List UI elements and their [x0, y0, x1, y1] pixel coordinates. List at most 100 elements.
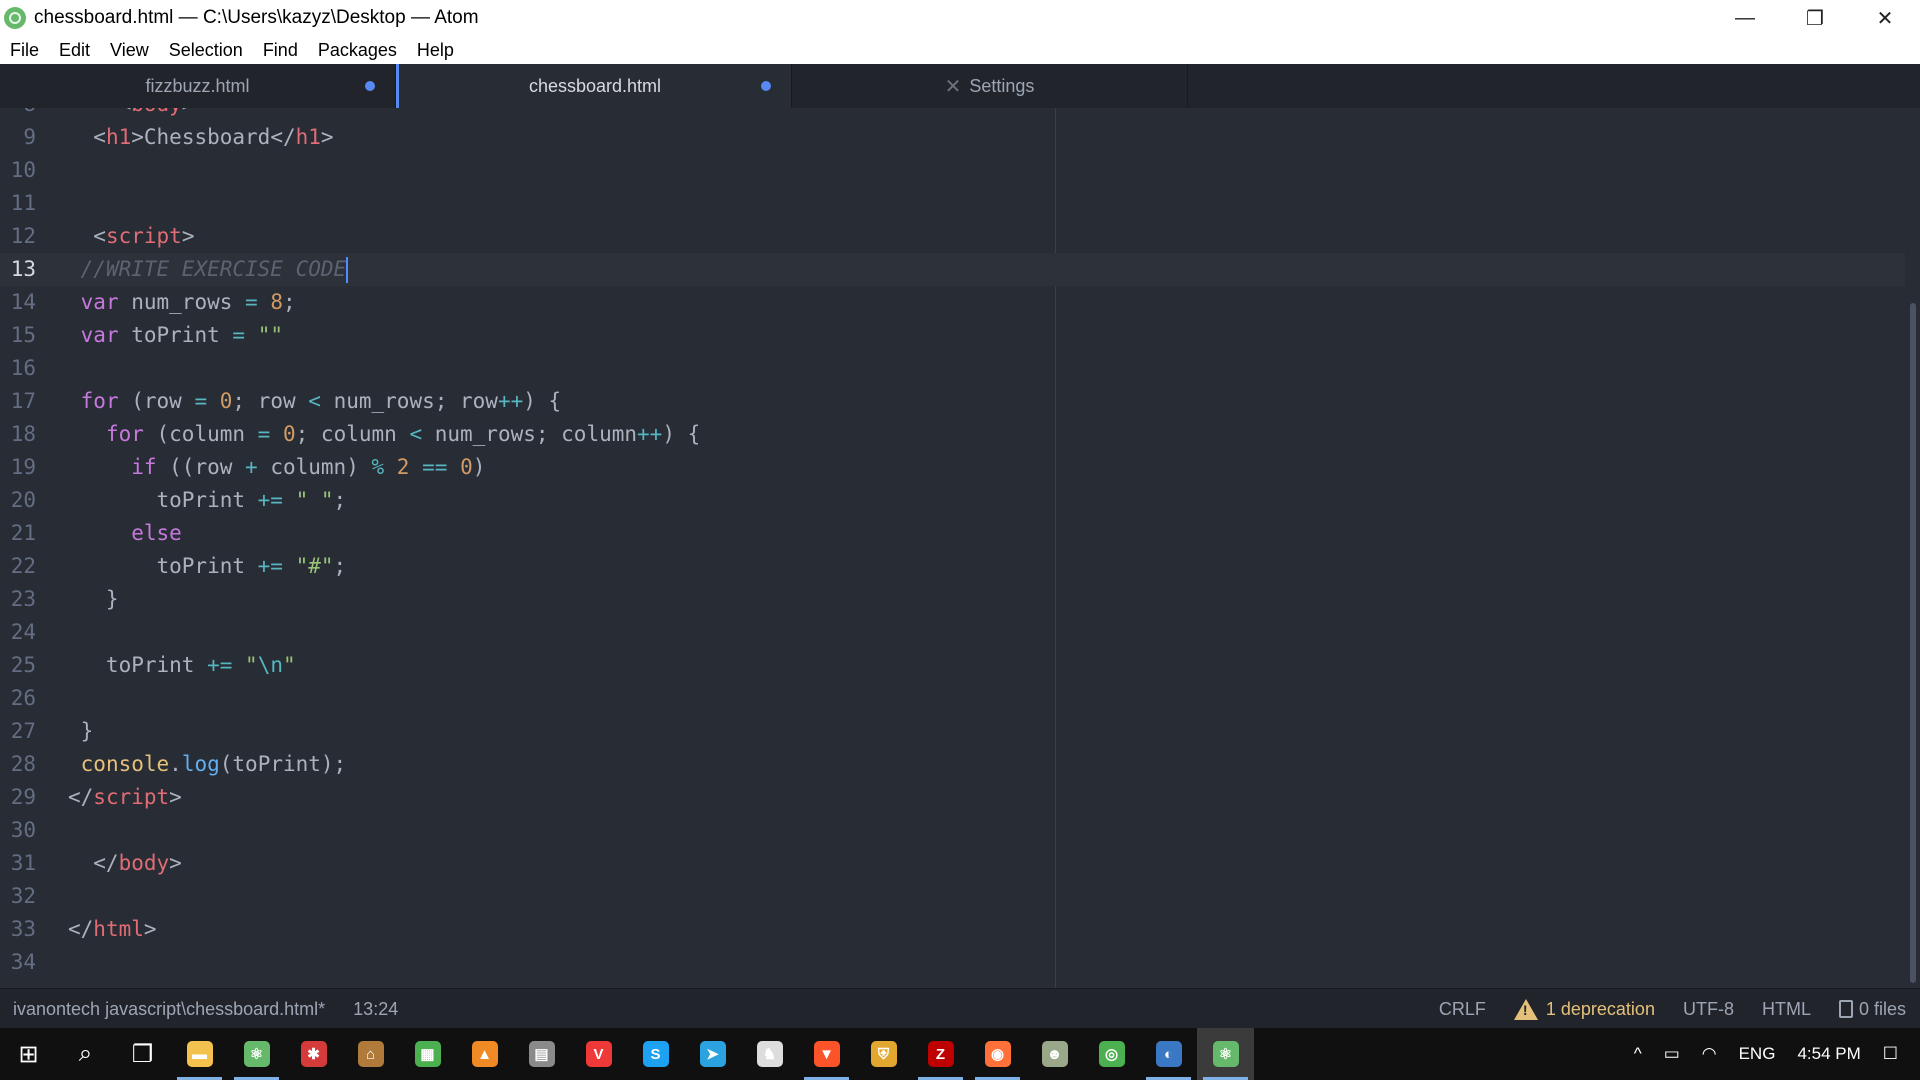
menu-find[interactable]: Find [253, 40, 308, 61]
code-line[interactable]: 29 </script> [0, 781, 1905, 814]
code-line[interactable]: 25 toPrint += "\n" [0, 649, 1905, 682]
line-number: 23 [10, 587, 36, 611]
code-token: ++ [497, 389, 524, 413]
app-brown-icon[interactable]: ⌂ [342, 1028, 399, 1080]
atom-active-icon[interactable]: ⚛ [1197, 1028, 1254, 1080]
code-token: > [181, 224, 195, 248]
code-line[interactable]: 28 console.log(toPrint); [0, 748, 1905, 781]
code-line[interactable]: 10 [0, 154, 1905, 187]
start-icon[interactable]: ⊞ [0, 1028, 57, 1080]
language-indicator[interactable]: ENG [1739, 1044, 1776, 1064]
restore-button[interactable]: ❐ [1780, 0, 1850, 36]
code-line[interactable]: 27 } [0, 715, 1905, 748]
code-editor[interactable]: 8 <body>9 <h1>Chessboard</h1>101112 <scr… [0, 108, 1920, 988]
skype-icon-glyph: S [642, 1041, 669, 1067]
shield-app-icon-glyph: ⛨ [870, 1041, 897, 1067]
code-line[interactable]: 21 else [0, 517, 1905, 550]
code-line[interactable]: 34 [0, 946, 1905, 979]
telegram-icon[interactable]: ➤ [684, 1028, 741, 1080]
skype-icon[interactable]: S [627, 1028, 684, 1080]
code-token: html [93, 917, 144, 941]
notifications-icon[interactable]: ☐ [1883, 1044, 1898, 1064]
code-line[interactable]: 22 toPrint += "#"; [0, 550, 1905, 583]
code-line[interactable]: 9 <h1>Chessboard</h1> [0, 121, 1905, 154]
minimize-button[interactable]: — [1710, 0, 1780, 36]
search-icon[interactable]: ⌕ [57, 1028, 114, 1080]
menu-edit[interactable]: Edit [49, 40, 100, 61]
line-ending[interactable]: CRLF [1439, 999, 1486, 1020]
atom-logo-icon [4, 7, 26, 29]
code-line[interactable]: 32 [0, 880, 1905, 913]
menu-file[interactable]: File [0, 40, 49, 61]
encoding[interactable]: UTF-8 [1683, 999, 1734, 1020]
code-line[interactable]: 31 </body> [0, 847, 1905, 880]
code-token: ) { [662, 422, 701, 446]
app-red-icon[interactable]: ✱ [285, 1028, 342, 1080]
code-line[interactable]: 14 var num_rows = 8; [0, 286, 1905, 319]
app-blue-icon[interactable]: ◐ [1140, 1028, 1197, 1080]
code-line[interactable]: 18 for (column = 0; column < num_rows; c… [0, 418, 1905, 451]
code-line[interactable]: 33 </html> [0, 913, 1905, 946]
code-token: log [181, 752, 220, 776]
code-text: else [68, 517, 182, 550]
wifi-icon[interactable]: ◠ [1702, 1044, 1717, 1064]
tab-chessboard[interactable]: chessboard.html [396, 64, 792, 108]
code-line[interactable]: 16 [0, 352, 1905, 385]
code-line[interactable]: 13 //WRITE EXERCISE CODE [0, 253, 1905, 286]
code-line[interactable]: 15 var toPrint = "" [0, 319, 1905, 352]
code-text: console.log(toPrint); [68, 748, 347, 781]
atom-app-icon[interactable]: ⚛ [228, 1028, 285, 1080]
code-text: toPrint += "\n" [68, 649, 296, 682]
code-token: < [409, 422, 423, 446]
code-line[interactable]: 17 for (row = 0; row < num_rows; row++) … [0, 385, 1905, 418]
menu-view[interactable]: View [100, 40, 159, 61]
code-token: ; [333, 488, 347, 512]
vlc-icon[interactable]: ▲ [456, 1028, 513, 1080]
code-line[interactable]: 26 [0, 682, 1905, 715]
code-line[interactable]: 11 [0, 187, 1905, 220]
code-line[interactable]: 20 toPrint += " "; [0, 484, 1905, 517]
filezilla-icon[interactable]: Z [912, 1028, 969, 1080]
code-line[interactable]: 30 [0, 814, 1905, 847]
app-fox-icon[interactable]: ♞ [741, 1028, 798, 1080]
app-cat-icon[interactable]: ☻ [1026, 1028, 1083, 1080]
clock[interactable]: 4:54 PM [1797, 1044, 1860, 1064]
close-button[interactable]: ✕ [1850, 0, 1920, 36]
code-token: < [93, 125, 106, 149]
code-token: 0 [282, 422, 296, 446]
app-green-icon[interactable]: ▦ [399, 1028, 456, 1080]
code-line[interactable]: 19 if ((row + column) % 2 == 0) [0, 451, 1905, 484]
menu-packages[interactable]: Packages [308, 40, 407, 61]
grammar[interactable]: HTML [1762, 999, 1811, 1020]
code-line[interactable]: 24 [0, 616, 1905, 649]
battery-icon[interactable]: ▭ [1664, 1044, 1680, 1064]
deprecation-indicator[interactable]: 1 deprecation [1513, 998, 1655, 1020]
code-text: toPrint += " "; [68, 484, 347, 517]
code-line[interactable]: 8 <body> [0, 108, 1905, 121]
firefox-icon[interactable]: ◉ [969, 1028, 1026, 1080]
shield-app-icon[interactable]: ⛨ [855, 1028, 912, 1080]
menu-help[interactable]: Help [407, 40, 464, 61]
code-token: </ [68, 917, 94, 941]
code-token: toPrint [118, 323, 233, 347]
tab-settings[interactable]: ✕ Settings [792, 64, 1188, 108]
file-path[interactable]: ivanontech javascript\chessboard.html* [13, 999, 325, 1020]
code-line[interactable]: 12 <script> [0, 220, 1905, 253]
code-text: } [68, 583, 119, 616]
brave-icon[interactable]: ▼ [798, 1028, 855, 1080]
task-view-icon[interactable]: ❐ [114, 1028, 171, 1080]
vertical-scrollbar[interactable] [1910, 303, 1916, 983]
chrome-icon[interactable]: ◎ [1083, 1028, 1140, 1080]
menu-selection[interactable]: Selection [159, 40, 253, 61]
app-gray-icon[interactable]: ▤ [513, 1028, 570, 1080]
git-files[interactable]: 0 files [1838, 999, 1906, 1020]
vivaldi-icon[interactable]: V [570, 1028, 627, 1080]
line-number: 13 [10, 257, 36, 281]
tray-chevron-icon[interactable]: ^ [1634, 1044, 1642, 1064]
code-line[interactable]: 23 } [0, 583, 1905, 616]
file-explorer-icon[interactable]: ▬ [171, 1028, 228, 1080]
cursor-position[interactable]: 13:24 [353, 999, 398, 1020]
tab-fizzbuzz[interactable]: fizzbuzz.html [0, 64, 396, 108]
